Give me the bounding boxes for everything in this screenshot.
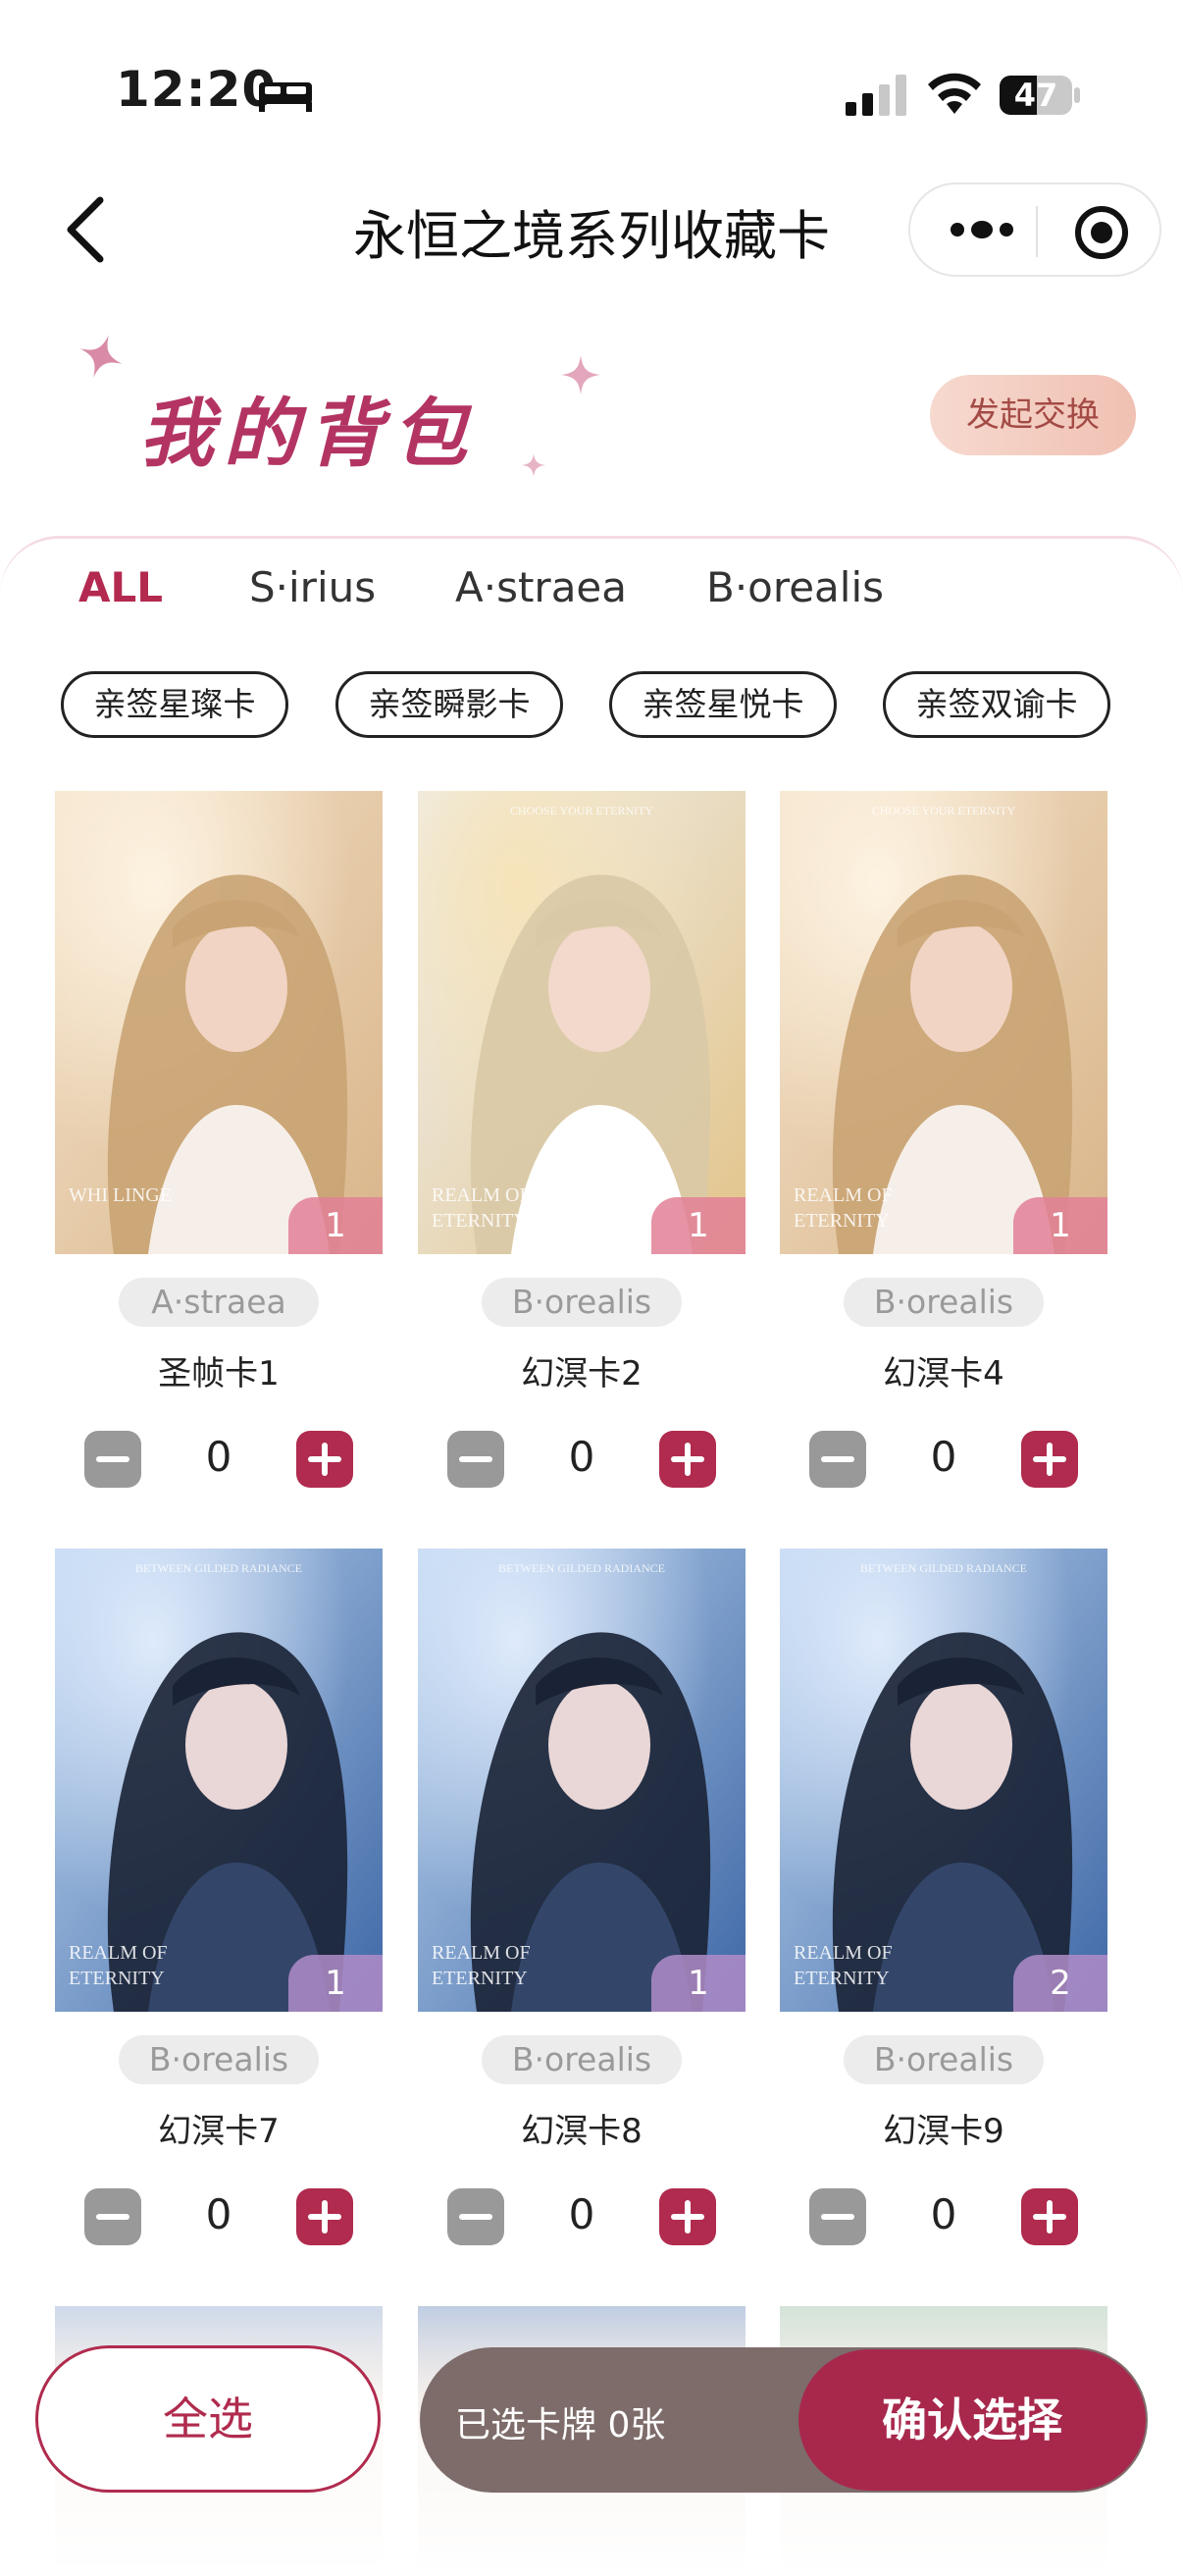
svg-text:CHOOSE YOUR ETERNITY: CHOOSE YOUR ETERNITY	[872, 804, 1016, 817]
card-name: 幻溟卡7	[158, 2112, 280, 2151]
increase-quantity-button[interactable]	[659, 2188, 716, 2245]
card-quantity: 0	[568, 2190, 595, 2238]
sparkle-icon	[561, 355, 600, 394]
card-count-badge: 1	[651, 1955, 746, 2012]
card-series-tag: B·orealis	[844, 2035, 1044, 2084]
svg-text:BETWEEN GILDED RADIANCE: BETWEEN GILDED RADIANCE	[860, 1561, 1027, 1575]
svg-text:ETERNITY: ETERNITY	[432, 1968, 528, 1989]
confirm-selection-button[interactable]: 确认选择	[798, 2349, 1146, 2491]
select-all-button[interactable]: 全选	[35, 2345, 381, 2493]
battery-level: 47	[1013, 77, 1058, 114]
increase-quantity-button[interactable]	[296, 1431, 353, 1488]
mini-program-capsule	[908, 183, 1161, 277]
card-image[interactable]: BETWEEN GILDED RADIANCE REALM OF ETERNIT…	[418, 1549, 746, 2012]
selected-count-text: 已选卡牌 0张	[455, 2405, 666, 2445]
svg-text:REALM OF: REALM OF	[69, 1942, 168, 1964]
sparkle-icon	[79, 335, 123, 378]
card-series-tag: B·orealis	[482, 2035, 682, 2084]
card-quantity: 0	[568, 1433, 595, 1481]
backpack-title: 我的背包	[139, 390, 477, 477]
card-series-tag: B·orealis	[482, 1278, 682, 1327]
increase-quantity-button[interactable]	[296, 2188, 353, 2245]
card-series-tag: A·straea	[119, 1278, 319, 1327]
card-name: 圣帧卡1	[158, 1354, 280, 1393]
back-arrow-icon[interactable]	[57, 194, 116, 265]
page-title: 永恒之境系列收藏卡	[353, 205, 830, 267]
more-options-icon[interactable]	[948, 214, 1016, 245]
card-image[interactable]: WHI LINGE 1	[55, 791, 383, 1254]
card-name: 幻溟卡2	[521, 1354, 643, 1393]
increase-quantity-button[interactable]	[659, 1431, 716, 1488]
svg-text:REALM OF: REALM OF	[794, 1184, 893, 1206]
filter-chip[interactable]: 亲签星璨卡	[61, 671, 288, 738]
tab-astraea[interactable]: A·straea	[455, 563, 627, 611]
card-count-badge: 1	[288, 1197, 383, 1254]
card-quantity: 0	[930, 2190, 957, 2238]
svg-text:REALM OF: REALM OF	[432, 1184, 531, 1206]
sleep-mode-icon	[259, 82, 312, 112]
status-time: 12:20	[116, 61, 278, 118]
card-image[interactable]: BETWEEN GILDED RADIANCE REALM OF ETERNIT…	[55, 1549, 383, 2012]
card-quantity: 0	[205, 2190, 232, 2238]
card-name: 幻溟卡9	[883, 2112, 1004, 2151]
card-quantity: 0	[930, 1433, 957, 1481]
increase-quantity-button[interactable]	[1021, 2188, 1078, 2245]
decrease-quantity-button[interactable]	[447, 2188, 504, 2245]
svg-text:ETERNITY: ETERNITY	[432, 1210, 528, 1232]
card-name: 幻溟卡8	[521, 2112, 643, 2151]
svg-text:WHI LINGE: WHI LINGE	[69, 1184, 172, 1206]
capsule-divider	[1036, 206, 1038, 257]
tab-borealis[interactable]: B·orealis	[706, 563, 884, 611]
svg-text:ETERNITY: ETERNITY	[794, 1210, 890, 1232]
sparkle-icon	[522, 453, 545, 477]
decrease-quantity-button[interactable]	[809, 2188, 866, 2245]
decrease-quantity-button[interactable]	[84, 1431, 141, 1488]
decrease-quantity-button[interactable]	[809, 1431, 866, 1488]
close-miniprogram-icon[interactable]	[1073, 204, 1130, 261]
svg-text:CHOOSE YOUR ETERNITY: CHOOSE YOUR ETERNITY	[510, 804, 654, 817]
battery-icon: 47	[999, 75, 1081, 116]
decrease-quantity-button[interactable]	[84, 2188, 141, 2245]
filter-chip[interactable]: 亲签瞬影卡	[335, 671, 563, 738]
wifi-icon	[928, 73, 981, 114]
card-count-badge: 1	[288, 1955, 383, 2012]
card-series-tag: B·orealis	[119, 2035, 319, 2084]
tab-all[interactable]: ALL	[78, 563, 163, 611]
card-count-badge: 1	[651, 1197, 746, 1254]
tab-sirius[interactable]: S·irius	[249, 563, 376, 611]
filter-chip[interactable]: 亲签星悦卡	[609, 671, 837, 738]
card-image[interactable]: CHOOSE YOUR ETERNITY REALM OF ETERNITY 1	[780, 791, 1107, 1254]
svg-text:REALM OF: REALM OF	[794, 1942, 893, 1964]
svg-text:ETERNITY: ETERNITY	[794, 1968, 890, 1989]
card-count-badge: 1	[1013, 1197, 1107, 1254]
card-image[interactable]: CHOOSE YOUR ETERNITY REALM OF ETERNITY 1	[418, 791, 746, 1254]
decrease-quantity-button[interactable]	[447, 1431, 504, 1488]
svg-text:REALM OF: REALM OF	[432, 1942, 531, 1964]
svg-text:ETERNITY: ETERNITY	[69, 1968, 165, 1989]
cellular-signal-icon	[846, 75, 906, 116]
card-series-tag: B·orealis	[844, 1278, 1044, 1327]
card-quantity: 0	[205, 1433, 232, 1481]
initiate-exchange-button[interactable]: 发起交换	[930, 375, 1136, 455]
svg-text:BETWEEN GILDED RADIANCE: BETWEEN GILDED RADIANCE	[498, 1561, 665, 1575]
card-count-badge: 2	[1013, 1955, 1107, 2012]
filter-chip[interactable]: 亲签双谕卡	[883, 671, 1110, 738]
card-image[interactable]: BETWEEN GILDED RADIANCE REALM OF ETERNIT…	[780, 1549, 1107, 2012]
svg-text:BETWEEN GILDED RADIANCE: BETWEEN GILDED RADIANCE	[135, 1561, 302, 1575]
increase-quantity-button[interactable]	[1021, 1431, 1078, 1488]
card-name: 幻溟卡4	[883, 1354, 1004, 1393]
